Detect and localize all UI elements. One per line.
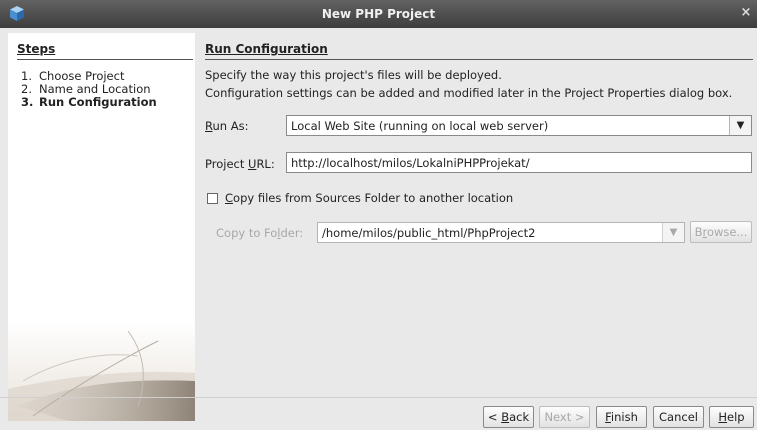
section-divider: [205, 59, 753, 60]
chevron-down-icon[interactable]: ▼: [662, 223, 684, 242]
steps-divider: [17, 59, 193, 60]
run-as-label: Run As:: [205, 119, 249, 133]
dialog-body: Steps 1. Choose Project 2. Name and Locati…: [0, 28, 757, 430]
project-url-input[interactable]: [287, 153, 751, 172]
copy-files-label[interactable]: Copy files from Sources Folder to anothe…: [225, 191, 513, 205]
close-icon[interactable]: ×: [739, 5, 753, 21]
title-bar: New PHP Project ×: [0, 0, 757, 28]
run-as-combobox[interactable]: Local Web Site (running on local web ser…: [286, 115, 752, 136]
copy-files-checkbox[interactable]: [207, 193, 218, 204]
cancel-button[interactable]: Cancel: [653, 406, 704, 428]
project-url-label: Project URL:: [205, 157, 275, 171]
decorative-swirl-image: [8, 321, 195, 421]
back-button[interactable]: < Back: [483, 406, 534, 428]
finish-button[interactable]: Finish: [596, 406, 647, 428]
run-configuration-panel: Run Configuration Specify the way this p…: [195, 33, 757, 395]
step-item-current: 3. Run Configuration: [21, 95, 157, 109]
run-as-value: Local Web Site (running on local web ser…: [291, 119, 549, 133]
chevron-down-icon[interactable]: ▼: [729, 116, 751, 135]
window-title: New PHP Project: [321, 7, 436, 21]
next-button[interactable]: Next >: [539, 406, 590, 428]
section-heading: Run Configuration: [205, 42, 328, 56]
project-url-field[interactable]: [286, 152, 752, 173]
copy-to-folder-combobox[interactable]: /home/milos/public_html/PhpProject2 ▼: [317, 222, 685, 243]
description-line-1: Specify the way this project's files wil…: [205, 68, 502, 82]
copy-to-folder-label: Copy to Folder:: [216, 226, 304, 240]
browse-button[interactable]: Browse...: [690, 221, 752, 243]
steps-panel: Steps 1. Choose Project 2. Name and Locati…: [8, 33, 195, 421]
description-line-2: Configuration settings can be added and …: [205, 86, 733, 100]
steps-heading: Steps: [17, 42, 56, 56]
help-button[interactable]: Help: [709, 406, 754, 428]
steps-list: 1. Choose Project 2. Name and Location 3. R…: [21, 70, 157, 109]
footer-divider: [0, 397, 757, 398]
copy-to-folder-value: /home/milos/public_html/PhpProject2: [322, 226, 536, 240]
